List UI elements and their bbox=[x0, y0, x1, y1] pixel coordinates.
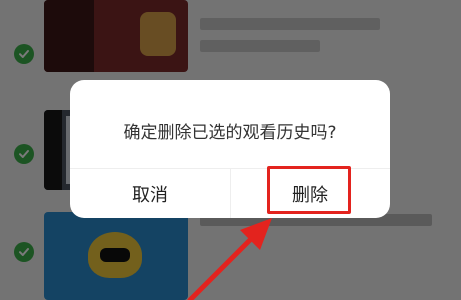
highlight-box bbox=[267, 166, 351, 214]
dialog-message: 确定删除已选的观看历史吗? bbox=[123, 123, 337, 143]
cancel-button[interactable]: 取消 bbox=[70, 169, 230, 218]
